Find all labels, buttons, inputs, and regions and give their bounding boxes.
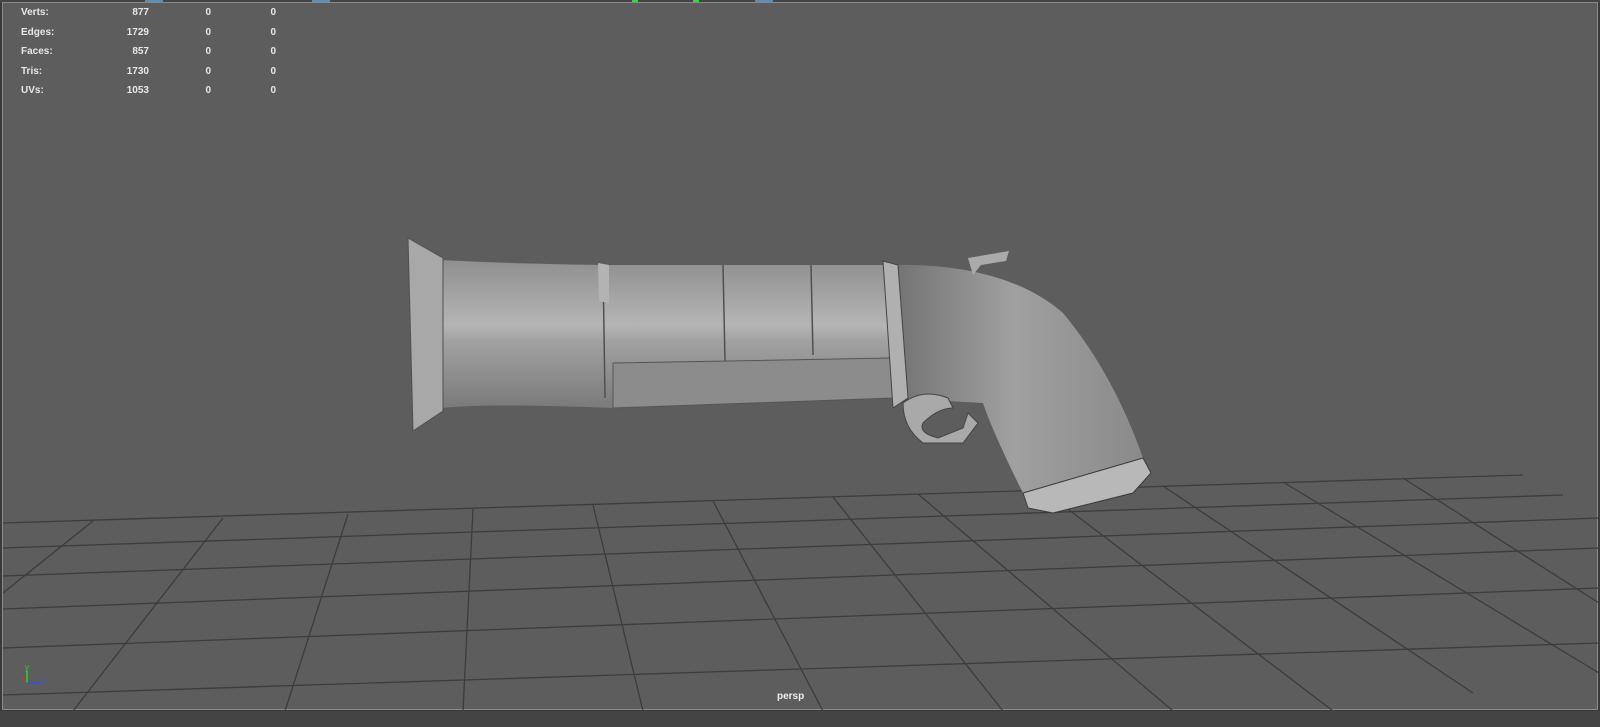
- hud-value: 0: [205, 46, 211, 57]
- hud-value: 0: [270, 26, 276, 38]
- hud-value: Edges:: [21, 26, 55, 38]
- hud-value: 1053: [126, 85, 149, 96]
- hud-value: UVs:: [21, 85, 44, 96]
- hud-value: Tris:: [21, 65, 43, 77]
- hud-value: 877: [132, 7, 149, 18]
- hud-value: 0: [270, 7, 276, 18]
- scene: y x z: [3, 237, 1599, 711]
- hud-value: 0: [270, 65, 276, 77]
- poly-count-hud: Verts: 877 0 0 Edges: 1729 0 0 Faces: 857 0 0 Tri…: [19, 7, 279, 105]
- hud-value: 857: [132, 46, 149, 57]
- axis-x-label: x: [21, 675, 25, 684]
- axis-y-label: y: [25, 663, 29, 672]
- axis-z-label: z: [41, 675, 45, 684]
- hud-row-tris: Tris: 1730 0 0: [19, 66, 279, 86]
- hud-value: 0: [205, 65, 211, 77]
- hud-value: 0: [205, 7, 211, 18]
- perspective-viewport[interactable]: y x z Verts: 877 0 0 Edges: 1729 0 0 Faces: 857…: [2, 2, 1599, 711]
- hud-row-faces: Faces: 857 0 0: [19, 46, 279, 66]
- hud-value: Faces:: [21, 46, 53, 57]
- axis-gizmo: y x z: [21, 663, 45, 684]
- hud-row-uvs: UVs: 1053 0 0: [19, 85, 279, 105]
- hud-value: 0: [270, 85, 276, 96]
- hud-row-edges: Edges: 1729 0 0: [19, 27, 279, 47]
- camera-name-label: persp: [777, 691, 805, 702]
- hud-value: 1729: [126, 26, 149, 38]
- hud-value: 0: [270, 46, 276, 57]
- hud-value: 1730: [126, 65, 149, 77]
- hud-row-verts: Verts: 877 0 0: [19, 7, 279, 27]
- hud-value: Verts:: [21, 7, 49, 18]
- bottom-bar: [0, 711, 1600, 727]
- hud-value: 0: [205, 85, 211, 96]
- hud-value: 0: [205, 26, 211, 38]
- pistol-model: [407, 237, 1152, 514]
- ground-grid: [3, 474, 1599, 711]
